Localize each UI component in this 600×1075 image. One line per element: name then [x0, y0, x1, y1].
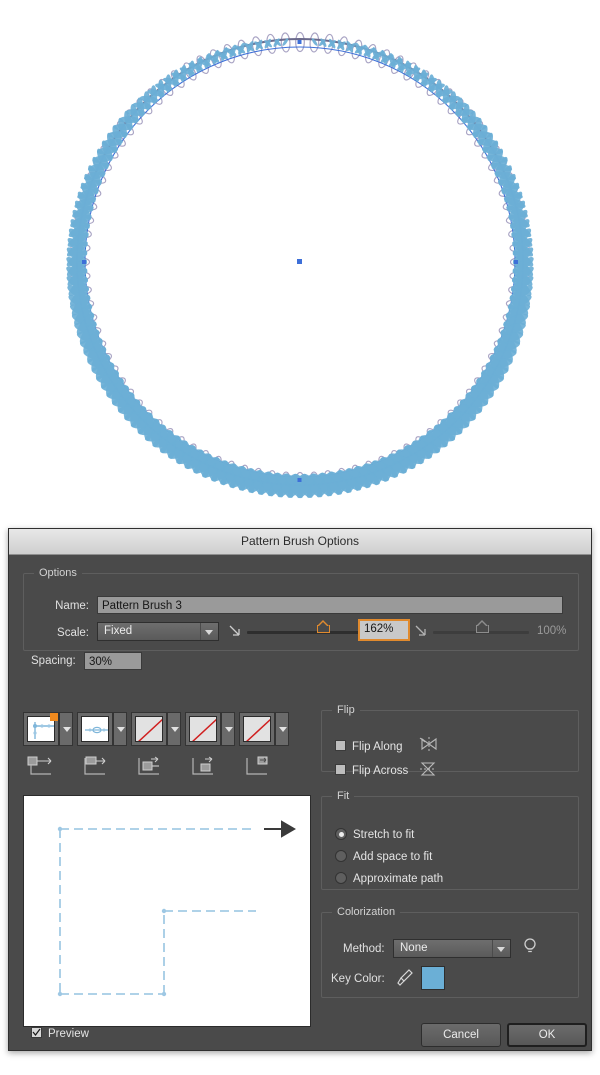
scale-mode-value: Fixed: [104, 625, 133, 637]
tile-thumb-2: [81, 716, 109, 742]
tile-thumb-3: [135, 716, 163, 742]
flip-along-label: Flip Along: [352, 741, 403, 753]
tile-button-2[interactable]: [77, 712, 113, 746]
tile-button-4[interactable]: [185, 712, 221, 746]
fit-option-addspace[interactable]: Add space to fit: [335, 850, 432, 863]
options-legend: Options: [34, 567, 82, 579]
tile-thumb-4: [189, 716, 217, 742]
fit-radio-approximate[interactable]: [335, 872, 347, 884]
scale-max-icon: [415, 625, 426, 636]
fit-radio-addspace[interactable]: [335, 850, 347, 862]
scale-value-input[interactable]: 162%: [358, 619, 410, 641]
tip-bulb-icon[interactable]: [522, 936, 538, 956]
fit-label-addspace: Add space to fit: [353, 851, 433, 863]
tile-end-icon: [246, 756, 268, 775]
tile-art-side: [85, 726, 108, 734]
flip-legend: Flip: [332, 704, 360, 716]
scale-value-secondary: 100%: [537, 625, 567, 637]
flip-along-checkbox[interactable]: [335, 740, 346, 751]
check-icon: [32, 1028, 41, 1036]
direction-arrow-icon: [264, 820, 296, 838]
path-anchor-right: [514, 260, 518, 264]
preview-path-svg: [57, 820, 296, 997]
key-color-label: Key Color:: [331, 973, 385, 985]
cancel-button[interactable]: Cancel: [421, 1023, 501, 1047]
flip-along-icon: [419, 737, 437, 751]
flip-across-label: Flip Across: [352, 765, 409, 777]
tile-button-1[interactable]: [23, 712, 59, 746]
tile-side-icon: [27, 756, 52, 775]
tile-empty-icon: [192, 718, 216, 741]
fit-option-stretch[interactable]: Stretch to fit: [335, 828, 414, 841]
chevron-down-icon[interactable]: [492, 940, 510, 957]
fit-label-stretch: Stretch to fit: [353, 829, 415, 841]
tile-selected-marker: [50, 713, 58, 721]
method-value: None: [400, 942, 428, 954]
flip-across-row[interactable]: Flip Across: [335, 764, 408, 777]
path-anchor-bottom: [297, 478, 302, 482]
tile-dropdown-3[interactable]: [167, 712, 181, 746]
tile-inner-corner-icon: [138, 756, 159, 775]
spacing-label: Spacing:: [31, 655, 76, 667]
preview-checkbox[interactable]: [31, 1027, 42, 1038]
dialog-title: Pattern Brush Options: [9, 529, 591, 555]
center-anchor-point: [297, 259, 302, 264]
preview-toggle-row[interactable]: Preview: [31, 1027, 89, 1040]
chevron-down-icon[interactable]: [200, 623, 218, 640]
tile-start-icon: [192, 756, 213, 775]
path-anchor-left: [82, 260, 86, 264]
tile-thumb-5: [243, 716, 271, 742]
scale-slider-thumb[interactable]: [317, 625, 330, 638]
illustration-canvas: ring: [0, 0, 600, 518]
fit-label-approximate: Approximate path: [353, 873, 444, 885]
tile-empty-icon: [246, 718, 270, 741]
tile-dropdown-1[interactable]: [59, 712, 73, 746]
fit-radio-stretch[interactable]: [335, 828, 347, 840]
scale-min-icon: [229, 625, 240, 636]
spacing-input[interactable]: 30%: [84, 652, 142, 670]
tile-empty-icon: [138, 718, 162, 741]
tile-button-3[interactable]: [131, 712, 167, 746]
scale-slider-secondary-thumb[interactable]: [476, 625, 489, 638]
tile-dropdown-2[interactable]: [113, 712, 127, 746]
flip-across-icon: [420, 762, 436, 776]
name-label: Name:: [55, 600, 89, 612]
eyedropper-icon[interactable]: [395, 967, 415, 989]
tile-dropdown-5[interactable]: [275, 712, 289, 746]
colorization-method-select[interactable]: None: [393, 939, 511, 958]
flip-along-row[interactable]: Flip Along: [335, 740, 403, 753]
path-anchor-top: [297, 40, 302, 44]
colorization-legend: Colorization: [332, 906, 401, 918]
scale-slider-secondary[interactable]: [433, 622, 529, 642]
flip-across-checkbox[interactable]: [335, 764, 346, 775]
ok-button[interactable]: OK: [507, 1023, 587, 1047]
brush-name-input[interactable]: Pattern Brush 3: [97, 596, 563, 614]
wreath-svg: ring: [66, 31, 534, 499]
fit-option-approximate[interactable]: Approximate path: [335, 872, 443, 885]
preview-label: Preview: [48, 1028, 89, 1040]
pattern-preview[interactable]: [23, 795, 311, 1027]
tile-dropdown-4[interactable]: [221, 712, 235, 746]
scale-mode-select[interactable]: Fixed: [97, 622, 219, 641]
key-color-swatch[interactable]: [421, 966, 445, 990]
pattern-brush-options-dialog: Pattern Brush Options Options Name: Patt…: [8, 528, 592, 1051]
fit-legend: Fit: [332, 790, 355, 802]
tile-button-5[interactable]: [239, 712, 275, 746]
method-label: Method:: [343, 943, 385, 955]
tile-outer-corner-icon: [84, 756, 106, 775]
scale-label: Scale:: [57, 627, 89, 639]
